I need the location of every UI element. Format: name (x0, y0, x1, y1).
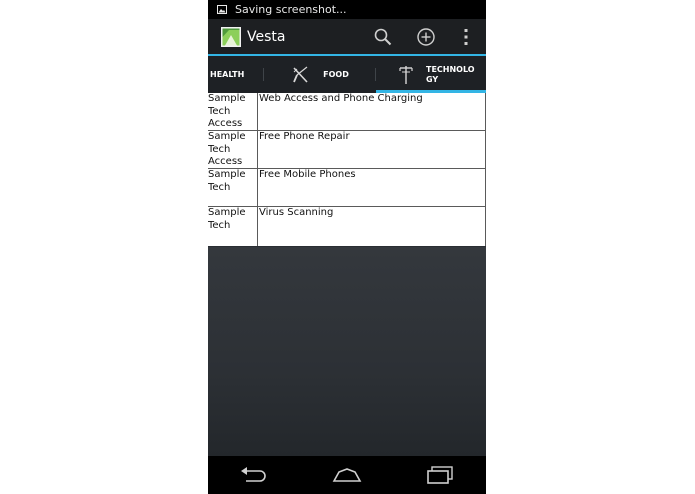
back-button[interactable] (234, 460, 274, 490)
home-button[interactable] (327, 460, 367, 490)
service-name-cell: Free Phone Repair (258, 131, 486, 168)
table-row[interactable]: Sample Tech Access Web Access and Phone … (208, 93, 486, 131)
phone-screen: Saving screenshot... Vesta HEALTH FOOD T… (208, 0, 486, 494)
search-icon (374, 28, 392, 46)
add-icon (417, 28, 435, 46)
tab-label: FOOD (323, 69, 349, 79)
recent-apps-button[interactable] (420, 460, 460, 490)
navigation-bar (208, 456, 486, 494)
empty-background (208, 247, 486, 456)
image-icon (217, 5, 227, 14)
status-notification-text: Saving screenshot... (235, 3, 347, 16)
results-table: Sample Tech Access Web Access and Phone … (208, 93, 486, 246)
app-logo-icon[interactable] (221, 27, 241, 47)
overflow-menu-button[interactable] (454, 19, 478, 55)
table-row[interactable]: Sample Tech Free Mobile Phones (208, 169, 486, 207)
status-bar: Saving screenshot... (208, 0, 486, 19)
category-cell: Sample Tech (208, 207, 258, 246)
back-icon (241, 467, 267, 482)
service-name-cell: Web Access and Phone Charging (258, 93, 486, 130)
service-name-cell: Virus Scanning (258, 207, 486, 246)
tab-label: HEALTH (210, 69, 245, 79)
tab-bar: HEALTH FOOD TECHNOLOGY (208, 56, 486, 93)
add-button[interactable] (411, 19, 441, 55)
app-title: Vesta (247, 29, 286, 45)
tab-food[interactable]: FOOD (264, 56, 376, 93)
tab-technology[interactable]: TECHNOLOGY (376, 56, 486, 93)
search-button[interactable] (368, 19, 398, 55)
category-cell: Sample Tech Access (208, 93, 258, 130)
home-icon (332, 468, 362, 482)
tab-label: TECHNOLOGY (426, 64, 475, 84)
tab-health[interactable]: HEALTH (208, 56, 264, 93)
action-bar: Vesta (208, 19, 486, 55)
overflow-menu-icon (464, 29, 468, 45)
recent-apps-icon (426, 466, 453, 484)
table-row[interactable]: Sample Tech Access Free Phone Repair (208, 131, 486, 169)
service-name-cell: Free Mobile Phones (258, 169, 486, 206)
category-cell: Sample Tech (208, 169, 258, 206)
category-cell: Sample Tech Access (208, 131, 258, 168)
fork-knife-icon (291, 65, 311, 85)
table-row[interactable]: Sample Tech Virus Scanning (208, 207, 486, 246)
antenna-icon (398, 65, 414, 85)
